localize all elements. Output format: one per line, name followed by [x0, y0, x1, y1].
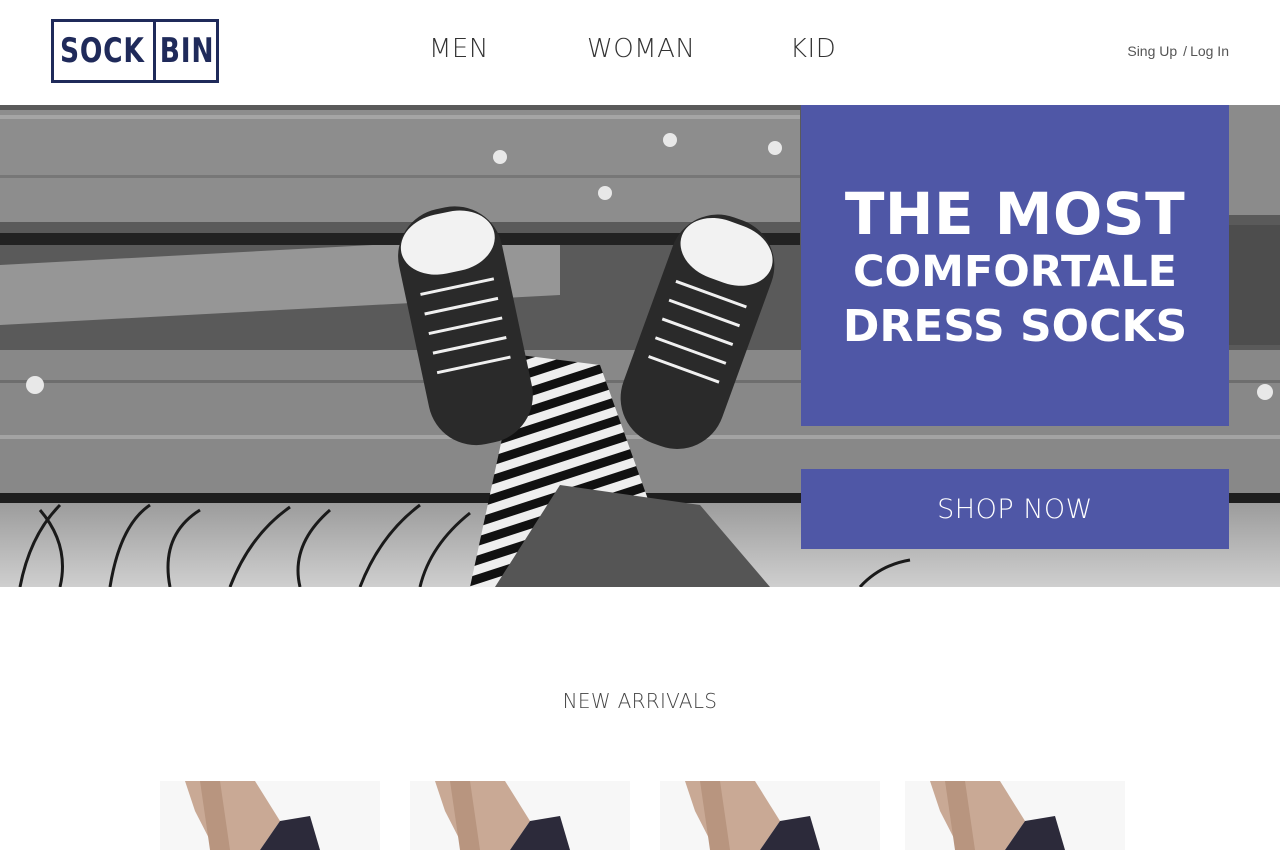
product-card[interactable]: [660, 781, 880, 850]
sock-product-image: [185, 781, 320, 850]
product-grid: [0, 781, 1280, 850]
shop-now-button[interactable]: SHOP NOW: [801, 469, 1229, 549]
sock-product-image: [435, 781, 570, 850]
product-card[interactable]: [410, 781, 630, 850]
sock-product-image: [930, 781, 1065, 850]
promo-headline-box: THE MOST COMFORTALE DRESS SOCKS: [801, 105, 1229, 426]
signup-link[interactable]: Sing Up: [1127, 43, 1177, 59]
headline-line-3: DRESS SOCKS: [842, 300, 1188, 352]
headline-line-1: THE MOST: [844, 179, 1186, 248]
auth-links: Sing Up / Log In: [1127, 43, 1229, 59]
new-arrivals-title: NEW ARRIVALS: [562, 689, 718, 713]
nav-item-men[interactable]: MEN: [429, 34, 489, 64]
main-nav: MEN WOMAN KID: [0, 34, 1280, 70]
product-card[interactable]: [905, 781, 1125, 850]
site-header: SOCK BIN MEN WOMAN KID Sing Up / Log In: [0, 0, 1280, 105]
sock-product-image: [685, 781, 820, 850]
headline-line-2: COMFORTALE: [852, 246, 1178, 297]
auth-separator: /: [1183, 43, 1188, 59]
login-link[interactable]: Log In: [1190, 43, 1229, 59]
hero-banner: THE MOST COMFORTALE DRESS SOCKS SHOP NOW: [0, 105, 1280, 587]
nav-item-woman[interactable]: WOMAN: [587, 34, 695, 64]
product-card[interactable]: [160, 781, 380, 850]
nav-item-kid[interactable]: KID: [790, 34, 836, 64]
